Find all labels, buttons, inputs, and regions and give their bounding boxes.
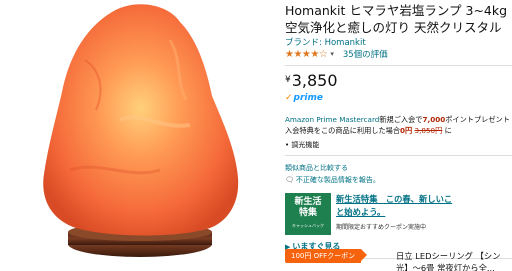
coupon-badge-tail xyxy=(361,249,367,261)
banner-note: 期間限定おすすめクーポン実施中 xyxy=(336,224,427,231)
prime-badge: ✓ prime xyxy=(285,93,512,103)
related-product-title[interactable]: 日立 LEDシーリング 【シン 光】〜6畳 常夜灯から全... xyxy=(396,250,512,271)
star-rating-icon[interactable]: ★★★★☆ xyxy=(285,49,328,60)
related-line1: 日立 LEDシーリング 【シン xyxy=(396,251,501,261)
banner-badge-line2: 特集 xyxy=(298,208,317,218)
promo-line2-suffix: に xyxy=(444,126,452,135)
product-title-line1: Homankit ヒマラヤ岩塩ランプ 3~4kg xyxy=(285,3,508,18)
banner-headline-line1: 新生活特集 この春、新しいこ xyxy=(336,194,453,204)
banner-text: 新生活特集 この春、新しいこ と始めよう。 期間限定おすすめクーポン実施中 xyxy=(336,193,452,241)
promo-line2-prefix: 入会特典をこの商品に利用した場合 xyxy=(285,126,401,135)
chevron-down-icon[interactable]: ▾ xyxy=(330,50,334,58)
product-title-line2: 空気浄化と癒しの灯り 天然クリスタル xyxy=(285,20,502,35)
price: ¥ 3,850 xyxy=(285,72,512,90)
banner-badge-line1: 新生活 xyxy=(294,197,322,207)
rating-row: ★★★★☆ ▾ 35個の評価 xyxy=(285,48,512,61)
promo-points: 7,000 xyxy=(422,115,446,124)
prime-mastercard-link[interactable]: Amazon Prime Mastercard xyxy=(285,115,379,124)
price-amount: 3,850 xyxy=(291,71,338,90)
rating-count-link[interactable]: 35個の評価 xyxy=(343,48,388,60)
bullet-icon: • xyxy=(285,141,290,149)
coupon-badge[interactable]: 100円 OFFクーポン xyxy=(285,249,362,263)
report-label: 不正確な製品情報を報告。 xyxy=(295,176,380,184)
banner-headline-line2: と始めよう。 xyxy=(336,207,386,217)
feature-item: 調光機能 xyxy=(291,141,320,149)
product-image[interactable] xyxy=(0,0,278,271)
banner-badge-sub: キャッシュバック xyxy=(292,223,324,228)
promo-banner[interactable]: 新生活 特集 キャッシュバック 新生活特集 この春、新しいこ と始めよう。 期間… xyxy=(285,193,512,241)
feature-list: • 調光機能 xyxy=(285,140,512,150)
banner-headline-link[interactable]: 新生活特集 この春、新しいこ と始めよう。 xyxy=(336,193,452,219)
brand-link[interactable]: ブランド: Homankit xyxy=(285,36,512,48)
promo-line1-suffix: ポイントプレゼント xyxy=(445,115,510,124)
product-detail: Homankit ヒマラヤ岩塩ランプ 3~4kg 空気浄化と癒しの灯り 天然クリ… xyxy=(285,0,512,271)
compare-link[interactable]: 類似商品と比較する xyxy=(285,162,512,174)
promo-line1-text: 新規ご入会で xyxy=(379,115,423,124)
divider xyxy=(285,155,512,156)
report-link[interactable]: 🗨 不正確な製品情報を報告。 xyxy=(285,174,512,186)
speech-bubble-icon: 🗨 xyxy=(285,176,294,184)
salt-lamp-image xyxy=(43,4,239,257)
divider xyxy=(285,65,512,66)
product-title[interactable]: Homankit ヒマラヤ岩塩ランプ 3~4kg 空気浄化と癒しの灯り 天然クリ… xyxy=(285,2,512,36)
related-line2: 光】〜6畳 常夜灯から全... xyxy=(396,263,495,271)
promo-price-after: 0円 xyxy=(400,126,413,135)
price-symbol: ¥ xyxy=(285,75,291,85)
banner-badge[interactable]: 新生活 特集 キャッシュバック xyxy=(285,193,331,235)
prime-label: prime xyxy=(293,93,323,103)
promo-price-before: 3,850円 xyxy=(414,126,443,135)
checkmark-icon: ✓ xyxy=(285,93,293,103)
promo-text: Amazon Prime Mastercard新規ご入会で7,000ポイントプレ… xyxy=(285,114,512,136)
